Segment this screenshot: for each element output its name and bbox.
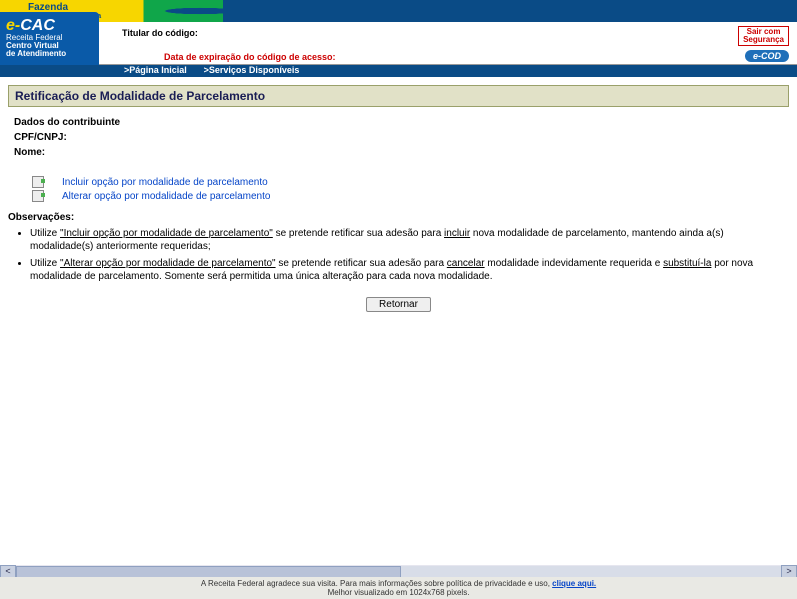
logout-l2: Segurança: [743, 36, 784, 44]
t: incluir: [444, 228, 470, 239]
button-row: Retornar: [8, 297, 789, 312]
t: "Alterar opção por modalidade de parcela…: [60, 258, 276, 269]
ecod-badge[interactable]: e-COD: [745, 50, 789, 62]
t: "Incluir opção por modalidade de parcela…: [60, 228, 273, 239]
ecac-sub3: de Atendimento: [6, 50, 95, 58]
observations-title: Observações:: [8, 212, 789, 223]
flag-stripe: [0, 0, 797, 22]
footer: A Receita Federal agradece sua visita. P…: [0, 577, 797, 599]
t: modalidade indevidamente requerida e: [485, 258, 663, 269]
document-add-icon: [32, 176, 44, 188]
brazil-gov-bar: Fazenda Ministério da Fazenda: [0, 0, 797, 22]
t: Utilize: [30, 258, 60, 269]
t: cancelar: [447, 258, 485, 269]
nav-bar: >Página Inicial >Serviços Disponíveis: [0, 65, 797, 77]
alterar-link[interactable]: Alterar opção por modalidade de parcelam…: [62, 191, 270, 202]
footer-text: A Receita Federal agradece sua visita. P…: [201, 579, 552, 588]
incluir-link[interactable]: Incluir opção por modalidade de parcelam…: [62, 177, 268, 188]
main-content: Retificação de Modalidade de Parcelament…: [0, 77, 797, 312]
t: substituí-la: [663, 258, 711, 269]
alterar-row: Alterar opção por modalidade de parcelam…: [32, 190, 789, 202]
incluir-row: Incluir opção por modalidade de parcelam…: [32, 176, 789, 188]
nav-home[interactable]: >Página Inicial: [124, 65, 187, 75]
titular-label: Titular do código:: [122, 28, 198, 38]
logout-button[interactable]: Sair com Segurança: [738, 26, 789, 46]
ecac-logo-text: e-CAC: [6, 18, 95, 34]
expiration-label: Data de expiração do código de acesso:: [164, 52, 336, 62]
t: Utilize: [30, 228, 60, 239]
nome-label: Nome:: [14, 147, 789, 158]
privacy-link[interactable]: clique aqui.: [552, 579, 596, 588]
ecac-cac: CAC: [20, 17, 55, 34]
nav-services[interactable]: >Serviços Disponíveis: [204, 65, 300, 75]
obs-item-2: Utilize "Alterar opção por modalidade de…: [30, 257, 789, 283]
t: se pretende retificar sua adesão para: [276, 258, 447, 269]
dados-section-label: Dados do contribuinte: [14, 117, 789, 128]
document-edit-icon: [32, 190, 44, 202]
footer-resolution: Melhor visualizado em 1024x768 pixels.: [328, 588, 470, 597]
app-header: e-CAC Receita Federal Centro Virtual de …: [0, 22, 797, 65]
observations-list: Utilize "Incluir opção por modalidade de…: [30, 227, 789, 283]
return-button[interactable]: Retornar: [366, 297, 431, 312]
t: se pretende retificar sua adesão para: [273, 228, 444, 239]
ecac-e: e-: [6, 17, 20, 34]
page-title: Retificação de Modalidade de Parcelament…: [8, 85, 789, 107]
obs-item-1: Utilize "Incluir opção por modalidade de…: [30, 227, 789, 253]
cpf-cnpj-label: CPF/CNPJ:: [14, 132, 789, 143]
action-links: Incluir opção por modalidade de parcelam…: [32, 176, 789, 202]
